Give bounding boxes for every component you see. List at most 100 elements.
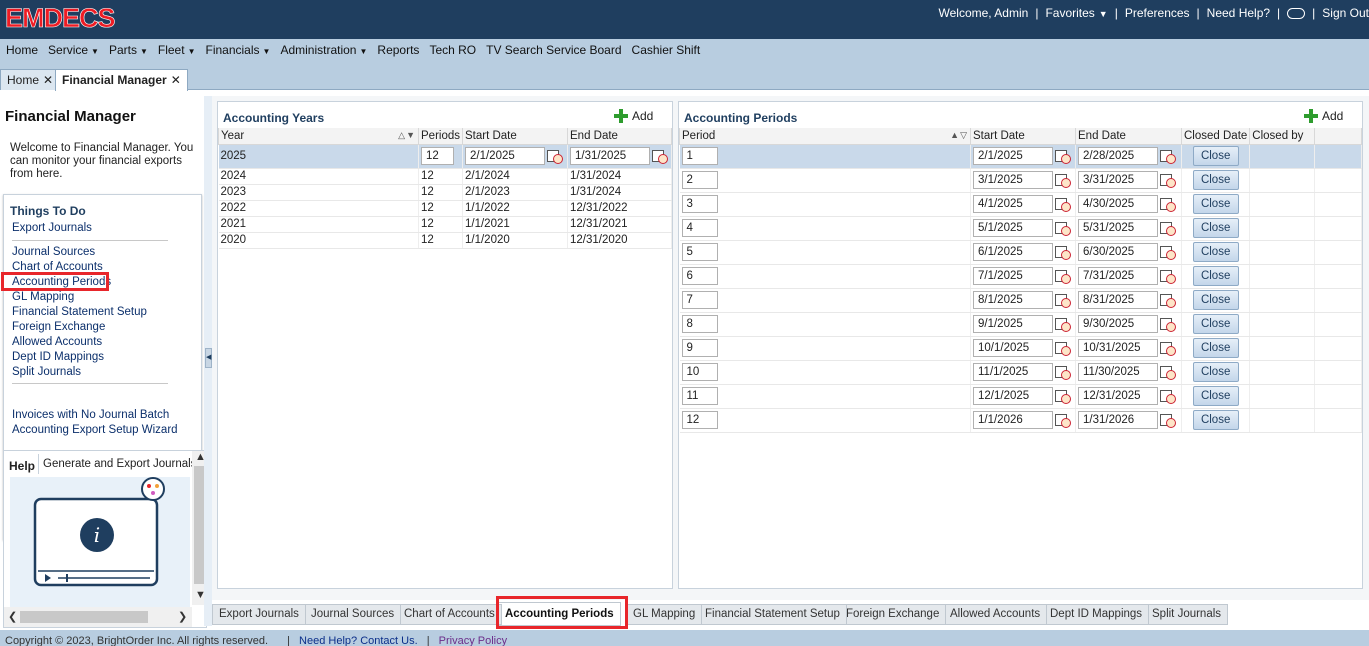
- bottom-tab-foreign-exchange[interactable]: Foreign Exchange: [839, 604, 947, 625]
- close-period-button[interactable]: Close: [1192, 170, 1239, 190]
- todo-link-foreign-exchange[interactable]: Foreign Exchange: [12, 321, 105, 333]
- start-date-input[interactable]: 7/1/2025: [973, 267, 1053, 285]
- need-help-link[interactable]: Need Help?: [1207, 6, 1270, 20]
- period-input[interactable]: 4: [681, 219, 718, 237]
- close-period-button[interactable]: Close: [1192, 290, 1239, 310]
- doc-tab-financial-manager[interactable]: Financial Manager ✕: [55, 69, 188, 91]
- add-year-button[interactable]: Add: [614, 109, 653, 123]
- nav-item-service[interactable]: Service ▼: [48, 43, 99, 57]
- end-date-input[interactable]: 4/30/2025: [1078, 195, 1158, 213]
- period-input[interactable]: 6: [681, 267, 718, 285]
- end-date-input[interactable]: 5/31/2025: [1078, 219, 1158, 237]
- nav-item-cashier-shift[interactable]: Cashier Shift: [632, 43, 701, 57]
- start-date-input[interactable]: 12/1/2025: [973, 387, 1053, 405]
- todo-link-journal-sources[interactable]: Journal Sources: [12, 246, 95, 258]
- calendar-clock-icon[interactable]: [1055, 221, 1071, 236]
- chevron-left-icon[interactable]: ❮: [8, 610, 17, 623]
- privacy-policy-link[interactable]: Privacy Policy: [439, 635, 507, 646]
- calendar-clock-icon[interactable]: [1055, 341, 1071, 356]
- close-icon[interactable]: ✕: [171, 73, 181, 87]
- bottom-tab-journal-sources[interactable]: Journal Sources: [304, 604, 402, 625]
- column-header-period[interactable]: Period ▲▽: [679, 128, 971, 145]
- close-period-button[interactable]: Close: [1192, 266, 1239, 286]
- doc-tab-home[interactable]: Home ✕: [0, 69, 61, 90]
- sign-out-link[interactable]: Sign Out: [1322, 6, 1369, 20]
- table-row[interactable]: 11 12/1/2025 12/31/2025 Close: [679, 384, 1362, 409]
- todo-link-export-journals[interactable]: Export Journals: [12, 222, 92, 234]
- calendar-clock-icon[interactable]: [1055, 413, 1071, 428]
- table-row[interactable]: 2 3/1/2025 3/31/2025 Close: [679, 168, 1362, 193]
- todo-link-export-setup-wizard[interactable]: Accounting Export Setup Wizard: [12, 424, 178, 436]
- column-header-start-date[interactable]: Start Date: [970, 128, 1076, 145]
- scroll-thumb[interactable]: [20, 611, 148, 623]
- start-date-input[interactable]: 4/1/2025: [973, 195, 1053, 213]
- todo-link-dept-id-mappings[interactable]: Dept ID Mappings: [12, 351, 104, 363]
- start-date-input[interactable]: 2/1/2025: [465, 147, 545, 165]
- column-header-closed-date[interactable]: Closed Date: [1180, 128, 1251, 145]
- favorites-menu[interactable]: Favorites ▼: [1045, 6, 1107, 20]
- end-date-input[interactable]: 11/30/2025: [1078, 363, 1158, 381]
- nav-item-reports[interactable]: Reports: [377, 43, 419, 57]
- bottom-tab-dept-id-mappings[interactable]: Dept ID Mappings: [1043, 604, 1150, 625]
- table-row[interactable]: 2024 12 2/1/2024 1/31/2024: [218, 168, 672, 185]
- nav-item-financials[interactable]: Financials ▼: [206, 43, 271, 57]
- contact-us-link[interactable]: Need Help? Contact Us.: [299, 635, 418, 646]
- start-date-input[interactable]: 10/1/2025: [973, 339, 1053, 357]
- period-input[interactable]: 9: [681, 339, 718, 357]
- column-header-year[interactable]: Year △▼: [218, 128, 419, 145]
- close-period-button[interactable]: Close: [1192, 362, 1239, 382]
- close-period-button[interactable]: Close: [1192, 242, 1239, 262]
- table-row[interactable]: 3 4/1/2025 4/30/2025 Close: [679, 192, 1362, 217]
- column-header-start-date[interactable]: Start Date: [462, 128, 568, 145]
- close-period-button[interactable]: Close: [1192, 410, 1239, 430]
- sort-icons[interactable]: ▲▽: [950, 130, 968, 141]
- end-date-input[interactable]: 8/31/2025: [1078, 291, 1158, 309]
- calendar-clock-icon[interactable]: [1160, 317, 1176, 332]
- bottom-tab-split-journals[interactable]: Split Journals: [1145, 604, 1229, 625]
- end-date-input[interactable]: 2/28/2025: [1078, 147, 1158, 165]
- table-row[interactable]: 6 7/1/2025 7/31/2025 Close: [679, 264, 1362, 289]
- calendar-clock-icon[interactable]: [1160, 293, 1176, 308]
- period-input[interactable]: 1: [681, 147, 718, 165]
- end-date-input[interactable]: 12/31/2025: [1078, 387, 1158, 405]
- calendar-clock-icon[interactable]: [1055, 269, 1071, 284]
- table-row[interactable]: 2025 12 2/1/2025 1/31/2025: [218, 144, 672, 169]
- calendar-clock-icon[interactable]: [1055, 389, 1071, 404]
- end-date-input[interactable]: 1/31/2026: [1078, 411, 1158, 429]
- app-logo[interactable]: EMDECS: [5, 4, 116, 33]
- bottom-tab-gl-mapping[interactable]: GL Mapping: [626, 604, 703, 625]
- period-input[interactable]: 11: [681, 387, 718, 405]
- calendar-clock-icon[interactable]: [1160, 389, 1176, 404]
- bottom-tab-chart-of-accounts[interactable]: Chart of Accounts: [397, 604, 502, 625]
- table-row[interactable]: 2020 12 1/1/2020 12/31/2020: [218, 232, 672, 249]
- nav-item-parts[interactable]: Parts ▼: [109, 43, 148, 57]
- bottom-tab-allowed-accounts[interactable]: Allowed Accounts: [943, 604, 1048, 625]
- table-row[interactable]: 4 5/1/2025 5/31/2025 Close: [679, 216, 1362, 241]
- calendar-clock-icon[interactable]: [1160, 197, 1176, 212]
- calendar-clock-icon[interactable]: [652, 149, 668, 164]
- help-horizontal-scrollbar[interactable]: ❮ ❯: [4, 607, 192, 627]
- close-period-button[interactable]: Close: [1192, 338, 1239, 358]
- bottom-tab-export-journals[interactable]: Export Journals: [212, 604, 306, 625]
- table-row[interactable]: 10 11/1/2025 11/30/2025 Close: [679, 360, 1362, 385]
- todo-link-financial-statement-setup[interactable]: Financial Statement Setup: [12, 306, 147, 318]
- help-video-thumbnail[interactable]: i: [10, 477, 190, 607]
- period-input[interactable]: 2: [681, 171, 718, 189]
- nav-item-home[interactable]: Home: [6, 43, 38, 57]
- sort-icons[interactable]: △▼: [398, 130, 416, 141]
- todo-link-split-journals[interactable]: Split Journals: [12, 366, 81, 378]
- calendar-clock-icon[interactable]: [1160, 245, 1176, 260]
- table-row[interactable]: 12 1/1/2026 1/31/2026 Close: [679, 408, 1362, 433]
- sort-asc-icon[interactable]: △: [398, 130, 406, 140]
- period-input[interactable]: 10: [681, 363, 718, 381]
- close-period-button[interactable]: Close: [1192, 146, 1239, 166]
- column-header-periods[interactable]: Periods: [418, 128, 463, 145]
- close-period-button[interactable]: Close: [1192, 218, 1239, 238]
- start-date-input[interactable]: 2/1/2025: [973, 147, 1053, 165]
- start-date-input[interactable]: 1/1/2026: [973, 411, 1053, 429]
- add-period-button[interactable]: Add: [1304, 109, 1343, 123]
- periods-input[interactable]: 12: [421, 147, 454, 165]
- sort-asc-icon[interactable]: ▲: [950, 130, 960, 140]
- help-topic-tab[interactable]: Generate and Export Journals: [38, 454, 201, 474]
- table-row[interactable]: 2021 12 1/1/2021 12/31/2021: [218, 216, 672, 233]
